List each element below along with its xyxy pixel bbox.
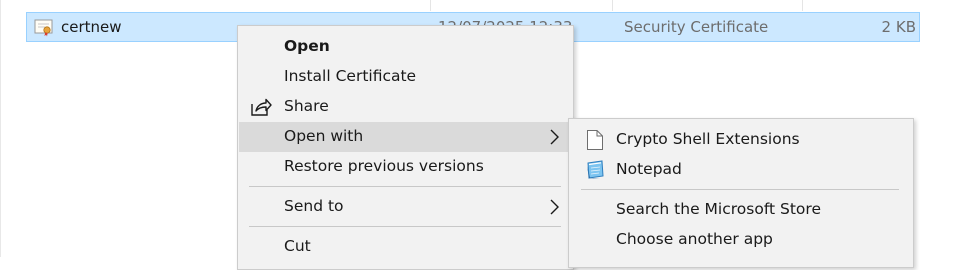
submenu-item-label: Choose another app	[616, 230, 773, 248]
chevron-right-icon	[548, 199, 560, 215]
submenu-item-crypto-shell-extensions[interactable]: Crypto Shell Extensions	[570, 125, 912, 155]
menu-item-restore-previous-versions[interactable]: Restore previous versions	[239, 152, 572, 182]
blank-file-icon	[586, 129, 604, 155]
menu-item-open[interactable]: Open	[239, 32, 572, 62]
menu-item-cut[interactable]: Cut	[239, 232, 572, 262]
file-size: 2 KB	[881, 18, 916, 36]
file-name[interactable]: certnew	[61, 18, 122, 36]
context-menu: Open Install Certificate Share Open with…	[237, 25, 574, 270]
chevron-right-icon	[548, 129, 560, 145]
menu-item-label: Open with	[284, 127, 364, 145]
submenu-item-label: Notepad	[616, 160, 682, 178]
notepad-icon	[584, 159, 606, 185]
submenu-item-label: Crypto Shell Extensions	[616, 130, 800, 148]
column-separator	[802, 0, 803, 11]
menu-item-label: Install Certificate	[284, 67, 417, 85]
column-separator	[430, 0, 431, 11]
open-with-submenu: Crypto Shell Extensions Notepad Search t…	[568, 118, 914, 268]
menu-item-share[interactable]: Share	[239, 92, 572, 122]
pane-edge	[0, 0, 1, 257]
submenu-item-choose-another-app[interactable]: Choose another app	[570, 225, 912, 255]
menu-item-send-to[interactable]: Send to	[239, 192, 572, 222]
certificate-icon	[34, 17, 54, 37]
submenu-item-label: Search the Microsoft Store	[616, 200, 821, 218]
file-type: Security Certificate	[624, 18, 769, 36]
share-icon	[250, 97, 272, 121]
menu-item-label: Send to	[284, 197, 344, 215]
menu-separator	[249, 186, 561, 187]
menu-item-label: Cut	[284, 237, 311, 255]
menu-item-label: Restore previous versions	[284, 157, 484, 175]
column-separator	[612, 0, 613, 11]
menu-item-install-certificate[interactable]: Install Certificate	[239, 62, 572, 92]
menu-item-open-with[interactable]: Open with	[239, 122, 572, 152]
submenu-item-notepad[interactable]: Notepad	[570, 155, 912, 185]
menu-separator	[581, 189, 899, 190]
menu-item-label: Share	[284, 97, 329, 115]
menu-separator	[249, 226, 561, 227]
submenu-item-search-microsoft-store[interactable]: Search the Microsoft Store	[570, 195, 912, 225]
menu-item-label: Open	[284, 37, 330, 55]
